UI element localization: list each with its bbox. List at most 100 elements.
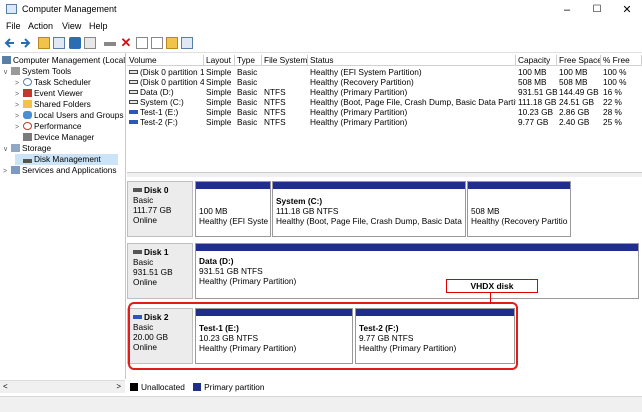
unallocated-swatch bbox=[130, 383, 138, 391]
disk-0-partition-efi[interactable]: 100 MB Healthy (EFI System bbox=[195, 181, 271, 237]
table-row-volume[interactable]: System (C:) bbox=[127, 97, 204, 107]
table-cell bbox=[262, 67, 308, 77]
disk-0-partition-recovery[interactable]: 508 MB Healthy (Recovery Partition) bbox=[467, 181, 571, 237]
chevron-down-icon[interactable]: ∨ bbox=[3, 144, 11, 155]
new-icon[interactable] bbox=[151, 37, 163, 49]
table-row-volume[interactable]: Test-1 (E:) bbox=[127, 107, 204, 117]
device-manager-icon bbox=[23, 133, 32, 141]
callout-line bbox=[490, 293, 491, 304]
disk-1-label[interactable]: Disk 1 Basic 931.51 GB Online bbox=[127, 243, 193, 299]
column-status[interactable]: Status bbox=[308, 55, 516, 66]
table-cell: Basic bbox=[237, 87, 258, 97]
tree-item-shared-folders[interactable]: > Shared Folders bbox=[15, 99, 91, 110]
volume-icon bbox=[129, 70, 138, 74]
chevron-right-icon[interactable]: > bbox=[3, 166, 11, 177]
legend-unallocated: Unallocated bbox=[130, 382, 185, 392]
chevron-down-icon[interactable]: ∨ bbox=[3, 67, 11, 78]
table-cell: 9.77 GB bbox=[518, 117, 549, 127]
table-cell: Simple bbox=[206, 107, 232, 117]
table-cell: 100 % bbox=[603, 77, 627, 87]
menu-action[interactable]: Action bbox=[28, 21, 53, 31]
up-folder-icon[interactable] bbox=[38, 37, 50, 49]
users-icon bbox=[23, 111, 32, 119]
column-volume[interactable]: Volume bbox=[127, 55, 204, 66]
column-layout[interactable]: Layout bbox=[204, 55, 235, 66]
properties-icon[interactable] bbox=[84, 37, 96, 49]
column-capacity[interactable]: Capacity bbox=[516, 55, 557, 66]
tree-item-system-tools[interactable]: ∨ System Tools bbox=[3, 66, 71, 77]
table-row-volume[interactable]: Data (D:) bbox=[127, 87, 204, 97]
column-file-system[interactable]: File System bbox=[262, 55, 308, 66]
vhdx-callout: VHDX disk bbox=[446, 279, 538, 293]
menu-view[interactable]: View bbox=[62, 21, 81, 31]
tree-item-services-applications[interactable]: > Services and Applications bbox=[3, 165, 117, 176]
tree-item-storage[interactable]: ∨ Storage bbox=[3, 143, 51, 154]
disk-icon bbox=[133, 250, 142, 254]
tree-item-disk-management[interactable]: Disk Management bbox=[15, 154, 118, 165]
show-hide-tree-icon[interactable] bbox=[53, 37, 65, 49]
table-row-volume[interactable]: (Disk 0 partition 4) bbox=[127, 77, 204, 87]
table-cell: Basic bbox=[237, 117, 258, 127]
menu-help[interactable]: Help bbox=[89, 21, 108, 31]
table-cell: NTFS bbox=[264, 107, 286, 117]
scroll-left-icon[interactable]: < bbox=[3, 381, 8, 393]
table-cell: 16 % bbox=[603, 87, 622, 97]
table-cell: 2.40 GB bbox=[559, 117, 590, 127]
table-cell: 2.86 GB bbox=[559, 107, 590, 117]
table-row-volume[interactable]: (Disk 0 partition 1) bbox=[127, 67, 204, 77]
disk-0-label[interactable]: Disk 0 Basic 111.77 GB Online bbox=[127, 181, 193, 237]
minimize-button[interactable]: – bbox=[552, 0, 582, 20]
disk-toolbar-icon[interactable] bbox=[104, 42, 116, 46]
tree-item-device-manager[interactable]: Device Manager bbox=[23, 132, 94, 143]
table-cell: 100 MB bbox=[518, 67, 547, 77]
tree-item-task-scheduler[interactable]: > Task Scheduler bbox=[15, 77, 91, 88]
tools-icon bbox=[11, 67, 20, 75]
tree-item-performance[interactable]: > Performance bbox=[15, 121, 82, 132]
maximize-button[interactable]: ☐ bbox=[582, 0, 612, 20]
column-percent-free[interactable]: % Free bbox=[601, 55, 642, 66]
table-cell: Healthy (Primary Partition) bbox=[310, 107, 408, 117]
volume-icon bbox=[129, 80, 138, 84]
tree-item-local-users[interactable]: > Local Users and Groups bbox=[15, 110, 123, 121]
storage-icon bbox=[11, 144, 20, 152]
volume-icon bbox=[129, 90, 138, 94]
folder-icon[interactable] bbox=[166, 37, 178, 49]
tree-horizontal-scrollbar[interactable]: < > bbox=[0, 380, 125, 393]
volume-list: Volume Layout Type File System Status Ca… bbox=[127, 55, 642, 170]
tree-item-computer-management[interactable]: Computer Management (Local bbox=[2, 55, 125, 66]
table-cell: 508 MB bbox=[518, 77, 547, 87]
scroll-right-icon[interactable]: > bbox=[116, 381, 121, 393]
window-title: Computer Management bbox=[22, 4, 117, 14]
table-cell: NTFS bbox=[264, 87, 286, 97]
back-arrow-icon[interactable] bbox=[4, 37, 16, 49]
title-bar: Computer Management – ☐ ✕ bbox=[0, 0, 642, 20]
event-viewer-icon bbox=[23, 89, 32, 97]
computer-icon bbox=[2, 56, 11, 64]
tree-item-event-viewer[interactable]: > Event Viewer bbox=[15, 88, 83, 99]
close-button[interactable]: ✕ bbox=[612, 0, 642, 20]
disk-icon bbox=[133, 188, 142, 192]
forward-arrow-icon[interactable] bbox=[19, 37, 31, 49]
delete-icon[interactable]: ✕ bbox=[120, 36, 132, 49]
table-row-volume[interactable]: Test-2 (F:) bbox=[127, 117, 204, 127]
chevron-right-icon[interactable]: > bbox=[15, 122, 23, 133]
volume-icon bbox=[129, 120, 138, 124]
table-cell: Healthy (Primary Partition) bbox=[310, 117, 408, 127]
table-cell: 931.51 GB bbox=[518, 87, 557, 97]
disk-0-partition-system[interactable]: System (C:) 111.18 GB NTFS Healthy (Boot… bbox=[272, 181, 466, 237]
help-icon[interactable] bbox=[69, 37, 81, 49]
column-free-space[interactable]: Free Space bbox=[557, 55, 601, 66]
table-cell: Simple bbox=[206, 67, 232, 77]
disk-1-partition-data[interactable]: Data (D:) 931.51 GB NTFS Healthy (Primar… bbox=[195, 243, 639, 299]
check-icon[interactable] bbox=[136, 37, 148, 49]
column-type[interactable]: Type bbox=[235, 55, 262, 66]
clock-icon bbox=[23, 78, 32, 86]
status-bar bbox=[0, 396, 642, 412]
table-cell: Basic bbox=[237, 67, 258, 77]
menu-file[interactable]: File bbox=[6, 21, 21, 31]
view-icon[interactable] bbox=[181, 37, 193, 49]
table-cell: 144.49 GB bbox=[559, 87, 599, 97]
table-cell: Simple bbox=[206, 77, 232, 87]
table-cell: 508 MB bbox=[559, 77, 588, 87]
table-cell: Basic bbox=[237, 97, 258, 107]
